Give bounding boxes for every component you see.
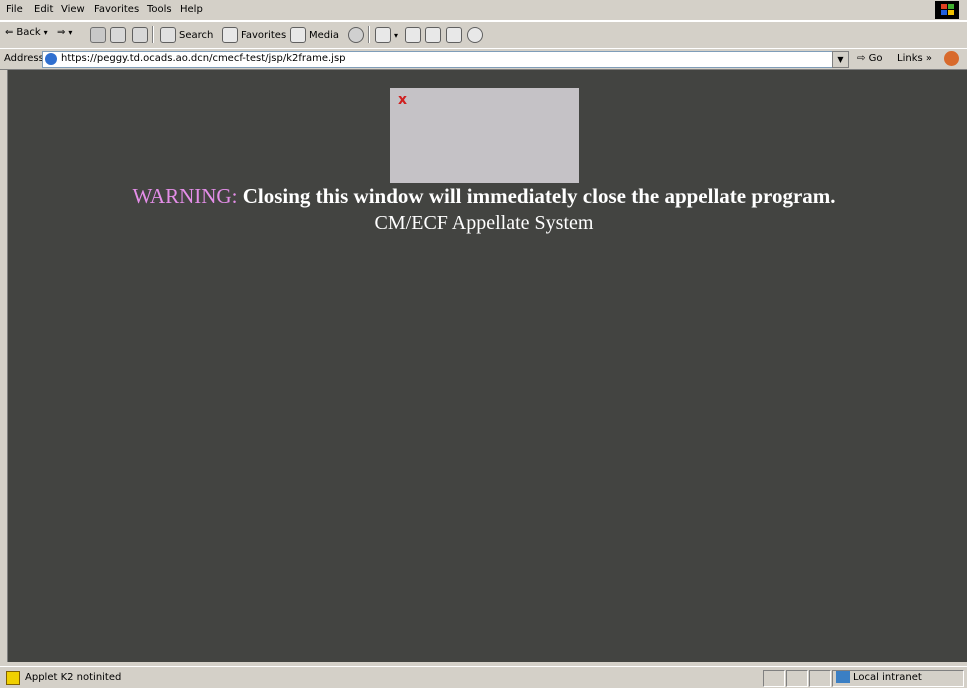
refresh-button[interactable] xyxy=(110,27,126,43)
toolbar-separator xyxy=(368,26,370,43)
page-content: x WARNING: Closing this window will imme… xyxy=(7,70,967,662)
mail-icon xyxy=(375,27,391,43)
address-label: Address xyxy=(4,53,44,64)
chevron-right-icon: » xyxy=(925,53,933,64)
warning-label: WARNING: xyxy=(132,184,238,208)
go-button[interactable]: ⇨ Go xyxy=(857,53,882,64)
media-button[interactable]: Media xyxy=(290,27,339,43)
menu-view[interactable]: View xyxy=(61,4,85,15)
menu-tools[interactable]: Tools xyxy=(147,4,172,15)
stop-icon xyxy=(90,27,106,43)
search-icon xyxy=(160,27,176,43)
history-icon xyxy=(348,27,364,43)
messenger-icon xyxy=(467,27,483,43)
print-icon xyxy=(405,27,421,43)
status-panel xyxy=(809,670,831,687)
page-icon xyxy=(45,53,57,65)
chevron-down-icon: ▾ xyxy=(68,28,73,37)
back-arrow-icon: ⇐ xyxy=(5,27,14,38)
home-icon xyxy=(132,27,148,43)
discuss-button[interactable] xyxy=(446,27,462,43)
warning-message: WARNING: Closing this window will immedi… xyxy=(8,184,960,209)
status-panel xyxy=(763,670,785,687)
forward-button[interactable]: ⇒ ▾ xyxy=(57,27,72,38)
menu-file[interactable]: File xyxy=(6,4,23,15)
menu-bar: File Edit View Favorites Tools Help xyxy=(0,0,967,21)
menu-favorites[interactable]: Favorites xyxy=(94,4,139,15)
search-button[interactable]: Search xyxy=(160,27,213,43)
refresh-icon xyxy=(110,27,126,43)
menu-help[interactable]: Help xyxy=(180,4,203,15)
chevron-down-icon: ▾ xyxy=(394,30,399,40)
menu-edit[interactable]: Edit xyxy=(34,4,53,15)
local-intranet-icon xyxy=(836,671,850,683)
status-text: Applet K2 notinited xyxy=(25,672,122,683)
stop-button[interactable] xyxy=(90,27,106,43)
links-button[interactable]: Links » xyxy=(897,53,932,64)
favorites-button[interactable]: Favorites xyxy=(222,27,286,43)
messenger-button[interactable] xyxy=(467,27,483,43)
chevron-down-icon: ▾ xyxy=(43,28,48,37)
system-title: CM/ECF Appellate System xyxy=(374,212,594,234)
status-panel xyxy=(786,670,808,687)
address-bar: Address https://peggy.td.ocads.ao.dcn/cm… xyxy=(0,48,967,70)
warning-icon xyxy=(6,671,20,685)
warning-text: Closing this window will immediately clo… xyxy=(242,184,836,208)
chevron-down-icon: ▼ xyxy=(837,55,844,64)
edit-icon xyxy=(425,27,441,43)
forward-arrow-icon: ⇒ xyxy=(57,27,66,38)
discuss-icon xyxy=(446,27,462,43)
address-url: https://peggy.td.ocads.ao.dcn/cmecf-test… xyxy=(61,53,346,64)
back-button[interactable]: ⇐ Back ▾ xyxy=(5,27,48,38)
zone-text: Local intranet xyxy=(853,672,922,683)
media-icon xyxy=(290,27,306,43)
windows-logo-icon xyxy=(935,1,959,19)
favorites-icon xyxy=(222,27,238,43)
address-input[interactable]: https://peggy.td.ocads.ao.dcn/cmecf-test… xyxy=(42,51,834,68)
toolbar-extension-icon[interactable] xyxy=(944,51,959,66)
address-dropdown-button[interactable]: ▼ xyxy=(832,51,849,68)
standard-toolbar: ⇐ Back ▾ ⇒ ▾ Search Favorites Media ▾ xyxy=(0,21,967,49)
print-button[interactable] xyxy=(405,27,421,43)
broken-applet-icon: x xyxy=(398,92,408,108)
edit-button[interactable] xyxy=(425,27,441,43)
applet-placeholder: x xyxy=(390,88,579,183)
go-arrow-icon: ⇨ xyxy=(857,53,866,64)
status-bar: Applet K2 notinited Local intranet xyxy=(0,666,967,688)
home-button[interactable] xyxy=(132,27,148,43)
toolbar-separator xyxy=(152,26,154,43)
history-button[interactable] xyxy=(348,27,364,43)
mail-button[interactable]: ▾ xyxy=(375,27,398,43)
